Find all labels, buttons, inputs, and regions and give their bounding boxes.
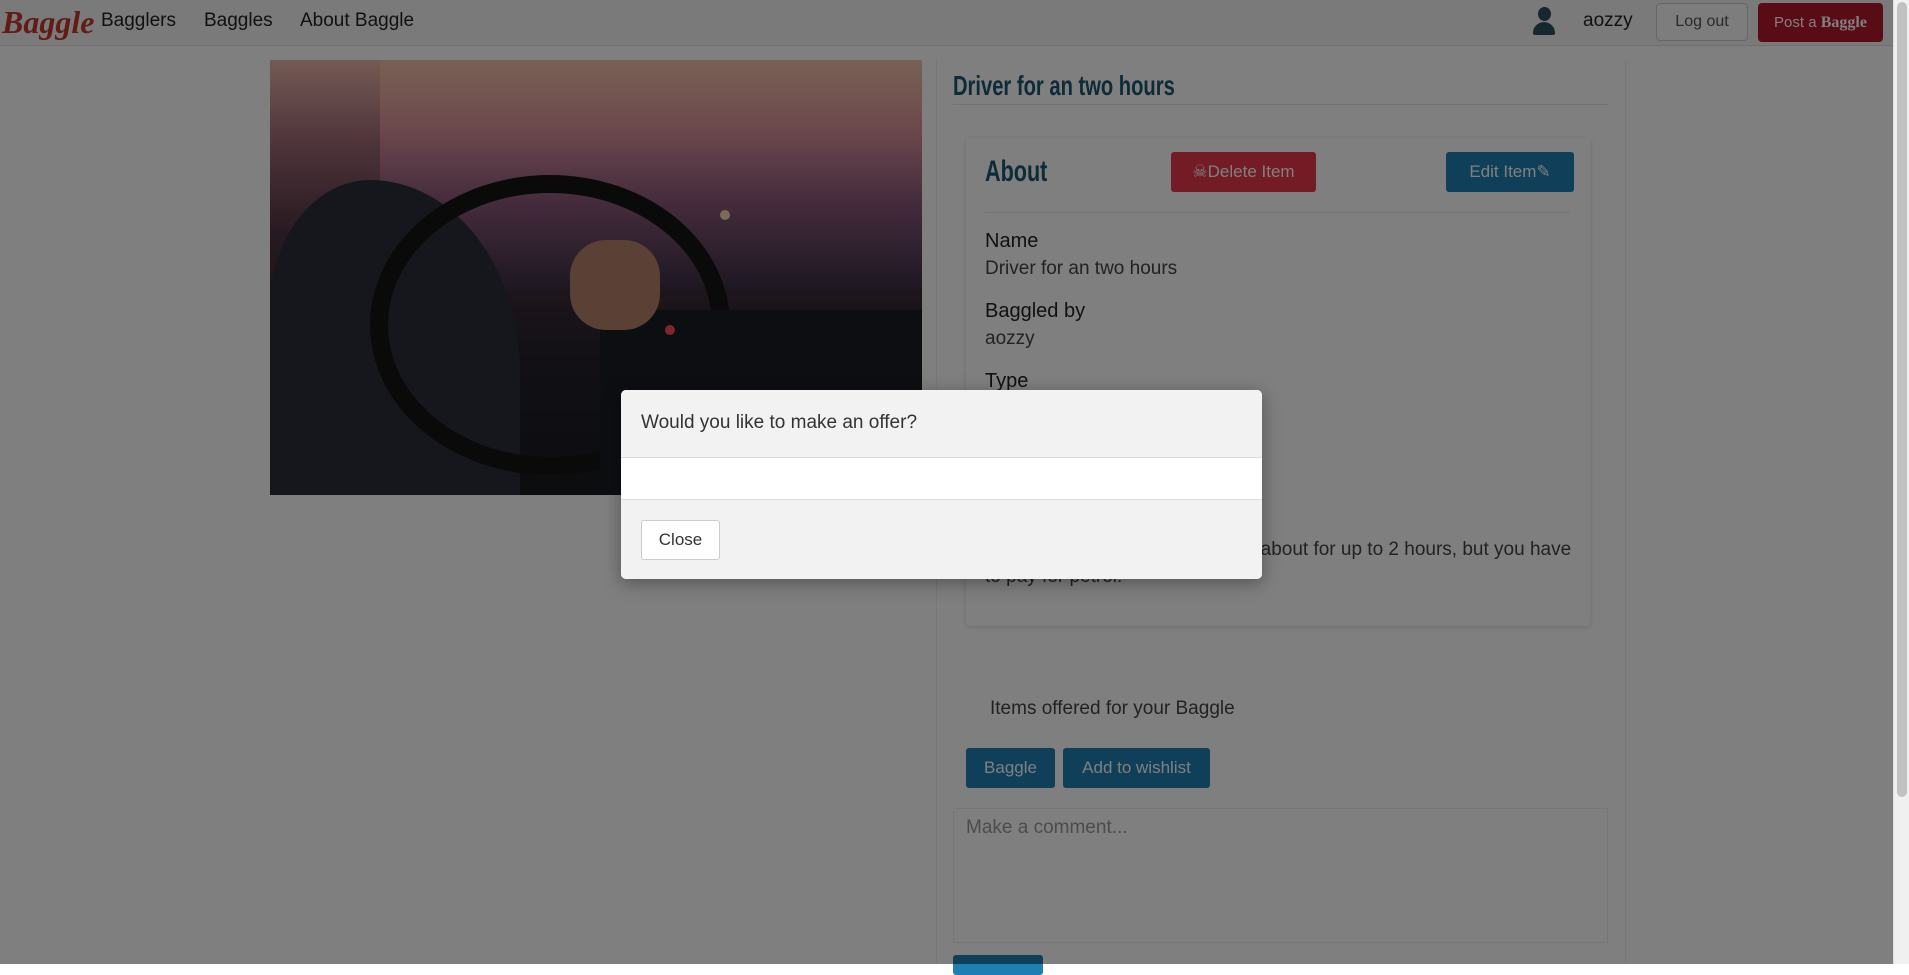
- scrollbar[interactable]: [1893, 0, 1909, 964]
- close-button[interactable]: Close: [641, 520, 720, 560]
- modal-title: Would you like to make an offer?: [641, 412, 918, 433]
- offer-modal: Would you like to make an offer? Close: [621, 390, 1262, 579]
- modal-header: Would you like to make an offer?: [621, 390, 1262, 458]
- modal-footer: Close: [621, 499, 1262, 579]
- scrollbar-thumb[interactable]: [1897, 2, 1907, 797]
- modal-body: [621, 458, 1262, 499]
